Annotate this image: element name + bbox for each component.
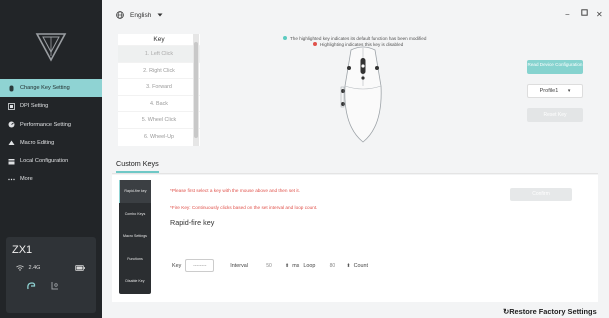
- key-input[interactable]: --------: [185, 259, 215, 272]
- maximize-button[interactable]: [581, 9, 588, 18]
- instruction-note: *Please first select a key with the mous…: [170, 188, 301, 193]
- lighting-icon[interactable]: [26, 281, 36, 291]
- key-item-right-click[interactable]: 2. Right Click: [118, 61, 200, 79]
- device-name: ZX1: [12, 244, 33, 256]
- connection-label: 2.4G: [28, 265, 41, 272]
- scrollbar-thumb[interactable]: [194, 42, 198, 138]
- loop-input[interactable]: 80: [321, 259, 344, 272]
- config-icon: [8, 158, 15, 165]
- submenu-combo-keys[interactable]: Combo Keys: [119, 203, 151, 226]
- modified-dot-icon: [283, 36, 287, 40]
- key-list-scrollbar[interactable]: [193, 34, 199, 146]
- key-list-header: Key: [153, 36, 165, 43]
- dpi-icon: [8, 102, 15, 110]
- close-button[interactable]: ✕: [596, 10, 603, 19]
- brand-logo: [35, 33, 67, 62]
- loop-label: Loop: [303, 262, 316, 269]
- globe-icon: [116, 11, 124, 19]
- chevron-down-icon: ▾: [567, 88, 571, 94]
- nav-label: Performance Setting: [20, 121, 71, 128]
- ms-label: ms: [292, 262, 300, 269]
- topbar: English − ✕: [102, 0, 609, 34]
- submenu-functions[interactable]: Functions: [119, 248, 151, 271]
- custom-key-submenu: Rapid-fire key Combo Keys Macro Settings…: [119, 180, 151, 294]
- more-icon: [8, 176, 15, 183]
- keyboard-icon: [8, 139, 15, 146]
- submenu-rapid-fire[interactable]: Rapid-fire key: [119, 180, 151, 203]
- sidebar-nav: Change Key Setting DPI Setting Performan…: [0, 79, 102, 189]
- key-item-wheel-click[interactable]: 5. Wheel Click: [118, 111, 200, 128]
- key-marker-back: [341, 102, 345, 106]
- legend-modified-label: The highlighted key indicates its defaul…: [290, 35, 427, 41]
- key-marker-forward: [341, 89, 345, 93]
- key-marker-left: [347, 66, 351, 70]
- device-panel: ZX1 2.4G: [6, 237, 96, 313]
- interval-input[interactable]: 50: [255, 259, 282, 272]
- submenu-disable-key[interactable]: Disable Key: [119, 270, 151, 293]
- maximize-icon: [581, 9, 588, 16]
- tab-custom-keys[interactable]: Custom Keys: [116, 159, 159, 173]
- profile-label: Profile1: [539, 88, 559, 94]
- nav-item-dpi-setting[interactable]: DPI Setting: [0, 97, 102, 115]
- reset-key-button[interactable]: Reset Key: [527, 108, 583, 122]
- nav-label: Macro Editing: [20, 139, 55, 146]
- connection-status: 2.4G: [16, 265, 40, 271]
- close-icon: ✕: [596, 10, 603, 19]
- disabled-dot-icon: [313, 42, 317, 46]
- rapid-fire-controls: Key -------- Interval 50 ⬍ ms Loop 80 ⬍ …: [172, 259, 368, 272]
- custom-keys-panel: Rapid-fire key Combo Keys Macro Settings…: [112, 175, 598, 302]
- key-item-wheel-up[interactable]: 6. Wheel-Up: [118, 127, 200, 145]
- mouse-diagram: [340, 46, 382, 143]
- key-item-forward[interactable]: 3. Forward: [118, 78, 200, 95]
- minimize-button[interactable]: −: [565, 10, 570, 19]
- key-marker-wheel: [361, 64, 365, 68]
- nav-label: Local Configuration: [20, 158, 69, 165]
- profile-select[interactable]: Profile1 ▾: [527, 84, 583, 98]
- nav-label: DPI Setting: [20, 103, 49, 110]
- key-label: Key: [172, 262, 182, 269]
- read-device-config-button[interactable]: Read Device Configuration: [527, 60, 583, 74]
- nav-item-macro-editing[interactable]: Macro Editing: [0, 134, 102, 152]
- language-selector[interactable]: English: [116, 11, 163, 19]
- caret-down-icon: [157, 13, 163, 17]
- loop-stepper-icon[interactable]: ⬍: [346, 263, 350, 269]
- section-title: Rapid-fire key: [170, 218, 215, 227]
- nav-item-more[interactable]: More: [0, 170, 102, 188]
- nav-item-change-key-setting[interactable]: Change Key Setting: [0, 79, 102, 97]
- sidebar: Change Key Setting DPI Setting Performan…: [0, 0, 102, 318]
- language-label: English: [130, 11, 152, 19]
- restore-factory-settings-button[interactable]: ↻Restore Factory Settings: [503, 307, 597, 316]
- nav-label: More: [20, 176, 33, 183]
- submenu-macro-settings[interactable]: Macro Settings: [119, 225, 151, 248]
- sleep-icon[interactable]: [50, 281, 60, 291]
- restore-label: Restore Factory Settings: [509, 307, 597, 316]
- legend-modified: The highlighted key indicates its defaul…: [283, 35, 426, 41]
- tab-bar: Custom Keys: [112, 156, 598, 174]
- battery-icon: [75, 265, 85, 271]
- wifi-icon: [16, 265, 24, 271]
- interval-stepper-icon[interactable]: ⬍: [285, 263, 289, 269]
- key-list: Key 1. Left Click 2. Right Click 3. Forw…: [118, 34, 200, 146]
- count-label: Count: [353, 262, 368, 269]
- nav-item-performance-setting[interactable]: Performance Setting: [0, 116, 102, 134]
- key-item-back[interactable]: 4. Back: [118, 94, 200, 112]
- interval-label: Interval: [230, 262, 248, 269]
- key-item-left-click[interactable]: 1. Left Click: [118, 45, 200, 62]
- minimize-icon: −: [565, 10, 570, 19]
- key-marker-dpi: [361, 76, 365, 80]
- key-marker-right: [375, 66, 379, 70]
- nav-label: Change Key Setting: [20, 85, 70, 91]
- gauge-icon: [8, 121, 15, 128]
- confirm-button[interactable]: Confirm: [510, 188, 572, 201]
- mouse-icon: [8, 85, 15, 92]
- fire-key-note: *Fire Key: Continuously clicks based on …: [170, 205, 318, 210]
- nav-item-local-configuration[interactable]: Local Configuration: [0, 152, 102, 170]
